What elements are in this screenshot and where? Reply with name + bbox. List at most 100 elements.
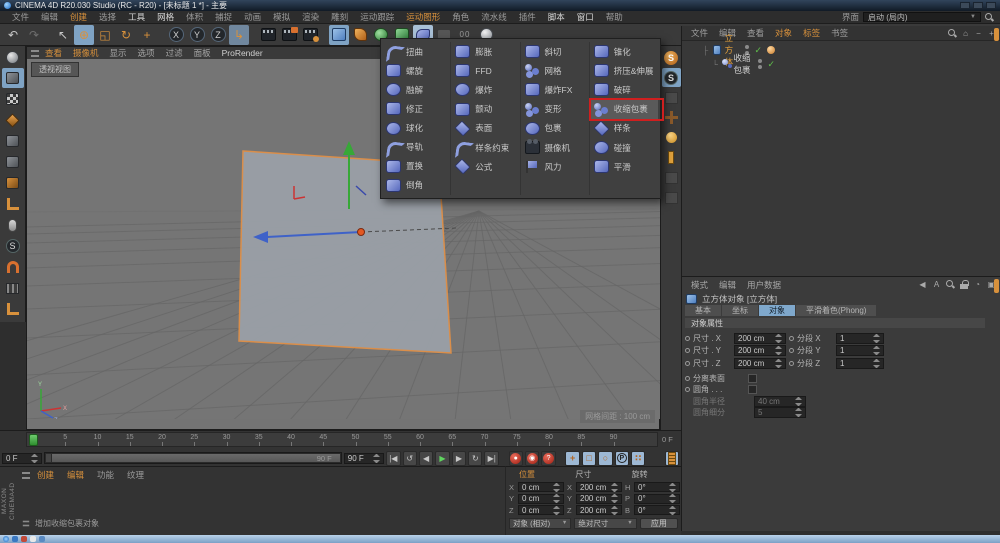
make-editable-button[interactable] [2, 47, 24, 67]
autokeying-button[interactable]: ◉ [525, 451, 539, 466]
spinner-icon[interactable] [611, 506, 618, 515]
viewport-menu-item-1[interactable]: 摄像机 [68, 47, 104, 59]
menu-item-7[interactable]: 捕捉 [209, 11, 238, 23]
range-left-grip[interactable] [46, 454, 52, 462]
text-a-icon[interactable]: A [932, 280, 941, 289]
material-tab-item-3[interactable]: 纹理 [121, 469, 150, 481]
coordinate-system-button[interactable]: ↳ [229, 25, 249, 45]
planar-workplane-button[interactable] [662, 188, 681, 207]
solo-single-button[interactable]: S [662, 68, 681, 87]
spinner-icon[interactable] [553, 506, 560, 515]
texture-mode-button[interactable] [2, 89, 24, 109]
segments-field[interactable]: 1 [836, 333, 884, 344]
tab-3[interactable]: 平滑着色(Phong) [796, 305, 876, 316]
spinner-icon[interactable] [669, 494, 676, 503]
deformer-item-spline[interactable]: 样条 [591, 119, 658, 138]
deformer-item-bulge[interactable]: 膨胀 [452, 42, 518, 61]
menu-item-1[interactable]: 编辑 [35, 11, 64, 23]
menu-item-9[interactable]: 模拟 [267, 11, 296, 23]
viewport-tweak-button[interactable] [2, 215, 24, 235]
search-icon[interactable] [985, 13, 994, 22]
tab-0[interactable]: 基本 [685, 305, 721, 316]
enabled-check-icon[interactable]: ✓ [767, 59, 775, 70]
edges-mode-button[interactable] [2, 152, 24, 172]
menu-item-4[interactable]: 工具 [122, 11, 151, 23]
solo-off-button[interactable]: S [662, 48, 681, 67]
deformer-item-spline-constraint[interactable]: 样条约束 [452, 138, 518, 157]
add-spline-button[interactable] [350, 25, 370, 45]
deformer-item-melt[interactable]: 融解 [383, 80, 449, 99]
menu-item-15[interactable]: 流水线 [475, 11, 513, 23]
minus-icon[interactable]: − [974, 29, 983, 38]
enabled-check-icon[interactable]: ✓ [754, 45, 762, 56]
solo-mode-button[interactable]: S [2, 236, 24, 256]
loop-button[interactable]: ↻ [468, 451, 482, 466]
object-row[interactable]: └收缩包裹✓ [702, 57, 1000, 71]
menu-item-17[interactable]: 脚本 [542, 11, 571, 23]
object-menu-item-4[interactable]: 标签 [798, 27, 825, 39]
spinner-icon[interactable] [611, 494, 618, 503]
taskbar-app-icon[interactable] [39, 536, 45, 542]
deformer-item-squash-stretch[interactable]: 挤压&伸展 [591, 61, 658, 80]
rotate-tool[interactable]: ↻ [116, 25, 136, 45]
attribute-menu-item-1[interactable]: 编辑 [714, 279, 741, 291]
search-icon[interactable] [948, 29, 957, 38]
deformer-item-formula[interactable]: 公式 [452, 157, 518, 176]
last-used-tool[interactable]: + [137, 25, 157, 45]
timeline-ruler[interactable]: 51015202530354045505560657075808590 [26, 432, 658, 447]
deformer-item-displacer[interactable]: 置换 [383, 157, 449, 176]
taskbar-app-icon[interactable] [30, 536, 36, 542]
live-selection-tool[interactable]: ↖ [53, 25, 73, 45]
spinner-icon[interactable] [669, 483, 676, 492]
panel-menu-icon[interactable] [31, 50, 39, 57]
object-menu-item-2[interactable]: 查看 [742, 27, 769, 39]
deformer-item-morph[interactable]: 变形 [522, 100, 588, 119]
menu-item-14[interactable]: 角色 [446, 11, 475, 23]
object-origin-handle[interactable] [358, 229, 365, 236]
goto-end-button[interactable]: ▶| [484, 451, 498, 466]
coordinate-field[interactable]: 0 cm [518, 482, 564, 492]
keyframe-dot-icon[interactable] [685, 361, 690, 366]
tab-1[interactable]: 坐标 [722, 305, 758, 316]
disabled-field[interactable]: 5 [754, 407, 806, 418]
keyframe-dot-icon[interactable] [789, 361, 794, 366]
tab-2[interactable]: 对象 [759, 305, 795, 316]
coordinate-field[interactable]: 0 cm [518, 505, 564, 515]
viewport-menu-item-2[interactable]: 显示 [105, 47, 132, 59]
keyframe-dot-icon[interactable] [685, 348, 690, 353]
next-frame-button[interactable]: ▶ [452, 451, 466, 466]
home-icon[interactable]: ⌂ [961, 29, 970, 38]
enable-snap-button[interactable] [662, 128, 681, 147]
render-picture-viewer-button[interactable] [279, 25, 299, 45]
deformer-item-shrink-wrap[interactable]: 收缩包裹 [591, 100, 658, 119]
undo-button[interactable]: ↶ [3, 25, 23, 45]
object-name[interactable]: 收缩包裹 [734, 52, 755, 76]
material-tab-item-2[interactable]: 功能 [91, 469, 120, 481]
spinner-icon[interactable] [31, 454, 38, 463]
spinner-icon[interactable] [611, 483, 618, 492]
render-view-button[interactable] [258, 25, 278, 45]
move-tool[interactable]: ⊕ [74, 25, 94, 45]
object-manager-scrollbar[interactable] [994, 28, 999, 41]
menu-item-18[interactable]: 窗口 [571, 11, 600, 23]
model-mode-button[interactable] [2, 68, 24, 88]
minimize-button[interactable] [960, 2, 970, 9]
coordinate-field[interactable]: 0° [634, 505, 680, 515]
size-field[interactable]: 200 cm [734, 345, 786, 356]
phong-tag-icon[interactable] [767, 46, 775, 54]
menu-item-6[interactable]: 体积 [180, 11, 209, 23]
spinner-icon[interactable] [873, 359, 880, 368]
previous-frame-button[interactable]: ◀ [419, 451, 433, 466]
deformer-item-collision[interactable]: 碰撞 [591, 138, 658, 157]
keyframe-dot-icon[interactable] [685, 336, 690, 341]
key-position-toggle[interactable]: + [565, 451, 579, 466]
size-field[interactable]: 200 cm [734, 358, 786, 369]
workplane-mode-button[interactable] [2, 110, 24, 130]
attribute-section-header[interactable]: 对象属性 [685, 318, 985, 328]
spinner-icon[interactable] [553, 494, 560, 503]
coordinate-mode-dropdown[interactable]: 对象 (相对)▼ [509, 518, 571, 529]
deformer-item-camera[interactable]: 摄像机 [522, 138, 588, 157]
segments-field[interactable]: 1 [836, 345, 884, 356]
taskbar-app-icon[interactable] [12, 536, 18, 542]
deformer-item-surface[interactable]: 表面 [452, 119, 518, 138]
